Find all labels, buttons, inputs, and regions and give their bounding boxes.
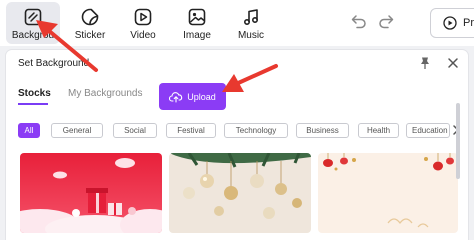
category-chip-all[interactable]: All	[18, 123, 40, 138]
upload-label: Upload	[187, 91, 216, 102]
category-chip-general[interactable]: General	[51, 123, 103, 138]
toolbar-label: Image	[183, 30, 211, 41]
tab-my-backgrounds[interactable]: My Backgrounds	[68, 88, 142, 99]
close-icon[interactable]	[446, 56, 460, 70]
toolbar-label: Video	[130, 30, 156, 41]
category-chip-festival[interactable]: Festival	[166, 123, 216, 138]
toolbar-label: Sticker	[74, 30, 106, 41]
pin-icon[interactable]	[418, 56, 432, 70]
video-icon	[134, 8, 152, 26]
upload-button[interactable]: Upload	[159, 83, 226, 110]
sticker-icon	[81, 8, 99, 26]
preview-button[interactable]: Pr	[430, 8, 474, 38]
toolbar-label: Music	[237, 30, 265, 41]
chinese-lanterns-image	[318, 153, 458, 233]
tab-stocks[interactable]: Stocks	[18, 88, 51, 99]
music-icon	[243, 9, 259, 26]
image-icon	[188, 8, 206, 26]
toolbar-background-button[interactable]: Backgrou	[6, 2, 60, 44]
undo-icon[interactable]	[350, 12, 368, 30]
play-circle-icon	[443, 16, 457, 30]
panel-scrollbar[interactable]	[456, 103, 460, 179]
category-chip-technology[interactable]: Technology	[224, 123, 288, 138]
category-chip-health[interactable]: Health	[358, 123, 399, 138]
toolbar-sticker-button[interactable]: Sticker	[70, 2, 110, 44]
background-thumbnail-gold-ornaments[interactable]	[169, 153, 311, 233]
redo-icon[interactable]	[377, 12, 395, 30]
set-background-panel: Set Background Stocks My Backgrounds Upl…	[6, 50, 468, 240]
preview-label: Pr	[463, 17, 474, 29]
tab-stocks-indicator	[18, 103, 48, 105]
category-chip-business[interactable]: Business	[296, 123, 349, 138]
panel-title: Set Background	[18, 58, 90, 69]
category-chip-social[interactable]: Social	[113, 123, 157, 138]
top-toolbar: Backgrou Sticker Video Image Music Pr	[0, 0, 474, 46]
toolbar-image-button[interactable]: Image	[177, 2, 217, 44]
background-icon	[24, 8, 42, 26]
background-thumbnail-red-gifts[interactable]	[20, 153, 162, 233]
background-thumbnail-chinese-lanterns[interactable]	[318, 153, 458, 233]
toolbar-music-button[interactable]: Music	[232, 2, 270, 44]
toolbar-video-button[interactable]: Video	[124, 2, 162, 44]
toolbar-label: Backgrou	[11, 30, 55, 41]
red-gifts-image	[20, 153, 162, 233]
gold-ornaments-image	[169, 153, 311, 233]
cloud-upload-icon	[169, 91, 183, 103]
category-chip-education[interactable]: Education	[406, 123, 450, 138]
